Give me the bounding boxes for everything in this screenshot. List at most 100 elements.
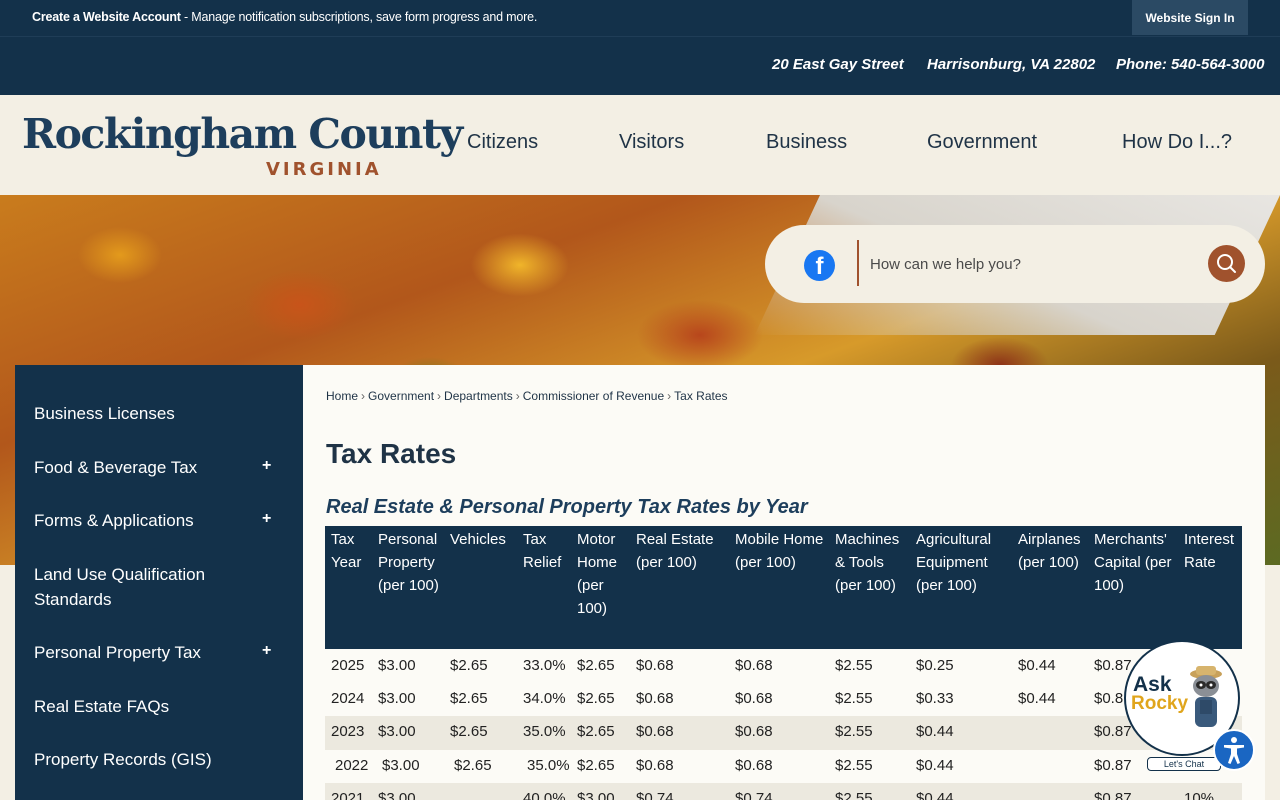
cell-vehicles: $2.65 [450,723,488,740]
th-airplanes: Airplanes (per 100) [1018,531,1081,571]
cell-vehicles: $2.65 [450,657,488,674]
create-account-text: - Manage notification subscriptions, sav… [180,10,538,24]
cell-merchants-capital: $0.87 [1094,790,1132,800]
th-motor-home: Motor Home (per 100) [577,531,618,617]
contact-bar: 20 East Gay Street Harrisonburg, VA 2280… [0,36,1280,95]
search-button[interactable] [1208,245,1245,282]
cell-tax-year: 2023 [331,723,365,740]
cell-tax-relief: 40.0% [523,790,566,800]
facebook-icon[interactable]: f [804,250,835,281]
cell-mobile-home: $0.68 [735,723,773,740]
cell-ag-equipment: $0.44 [916,790,954,800]
nav-how-do-i[interactable]: How Do I...? [1122,131,1232,154]
logo-state[interactable]: VIRGINIA [266,159,382,180]
cell-real-estate: $0.74 [636,790,674,800]
cell-mobile-home: $0.74 [735,790,773,800]
cell-tax-year: 2022 [335,757,369,774]
phone-number[interactable]: Phone: 540-564-3000 [1116,56,1264,73]
cell-personal-property: $3.00 [378,790,416,800]
cell-ag-equipment: $0.25 [916,657,954,674]
cell-personal-property: $3.00 [382,757,420,774]
section-title: Real Estate & Personal Property Tax Rate… [326,496,808,518]
cell-motor-home: $2.65 [577,657,615,674]
nav-visitors[interactable]: Visitors [619,131,684,154]
cell-merchants-capital: $0.8 [1094,690,1124,707]
sidebar-item-real-estate-faqs[interactable]: Real Estate FAQs [34,694,169,719]
cell-ag-equipment: $0.44 [916,723,954,740]
sidebar-item-land-use[interactable]: Land Use Qualification Standards [34,562,254,612]
chat-name-label: Rocky [1131,693,1189,714]
cell-mobile-home: $0.68 [735,690,773,707]
cell-personal-property: $3.00 [378,723,416,740]
sidebar-item-forms-applications[interactable]: Forms & Applications [34,508,194,533]
cell-machines-tools: $2.55 [835,790,873,800]
address-city: Harrisonburg, VA 22802 [927,56,1096,73]
cell-motor-home: $2.65 [577,757,615,774]
cell-real-estate: $0.68 [636,723,674,740]
cell-airplanes: $0.44 [1018,657,1056,674]
cell-tax-relief: 35.0% [523,723,566,740]
nav-government[interactable]: Government [927,131,1037,154]
sidebar-item-food-beverage-tax[interactable]: Food & Beverage Tax [34,455,197,480]
breadcrumb-commissioner[interactable]: Commissioner of Revenue [523,389,664,403]
th-agricultural-equipment: Agricultural Equipment (per 100) [916,531,992,594]
website-sign-in-button[interactable]: Website Sign In [1132,0,1248,35]
breadcrumb-departments[interactable]: Departments [444,389,513,403]
expand-icon[interactable]: + [262,457,271,475]
th-tax-year: Tax Year [331,531,362,571]
expand-icon[interactable]: + [262,642,271,660]
cell-motor-home: $3.00 [577,790,615,800]
th-tax-relief: Tax Relief [523,531,562,571]
cell-tax-year: 2025 [331,657,365,674]
sidebar-item-personal-property-tax[interactable]: Personal Property Tax [34,640,201,665]
cell-motor-home: $2.65 [577,690,615,707]
cell-tax-year: 2021 [331,790,365,800]
th-interest-rate: Interest Rate [1184,531,1235,571]
breadcrumb: Home › Government › Departments › Commissioner… [326,389,728,403]
cell-machines-tools: $2.55 [835,757,873,774]
cell-tax-relief: 33.0% [523,657,566,674]
breadcrumb-home[interactable]: Home [326,389,358,403]
th-machines-tools: Machines & Tools (per 100) [835,531,900,594]
cell-merchants-capital: $0.87 [1094,723,1132,740]
breadcrumb-current: Tax Rates [674,389,728,403]
cell-airplanes: $0.44 [1018,690,1056,707]
cell-vehicles: $2.65 [450,690,488,707]
cell-mobile-home: $0.68 [735,757,773,774]
nav-citizens[interactable]: Citizens [467,131,538,154]
th-merchants-capital: Merchants' Capital (per 100) [1094,531,1172,594]
accessibility-button[interactable] [1213,729,1255,771]
cell-ag-equipment: $0.33 [916,690,954,707]
th-personal-property: Personal Property (per 100) [378,531,439,594]
sidebar-item-property-records[interactable]: Property Records (GIS) [34,747,212,772]
expand-icon[interactable]: + [262,510,271,528]
accessibility-icon [1224,737,1244,764]
page-title: Tax Rates [326,438,457,469]
cell-personal-property: $3.00 [378,690,416,707]
logo-county-name[interactable]: Rockingham County [22,110,463,158]
cell-machines-tools: $2.55 [835,690,873,707]
search-divider [857,240,859,286]
cell-machines-tools: $2.55 [835,657,873,674]
search-input[interactable] [870,250,1190,278]
th-real-estate: Real Estate (per 100) [636,531,714,571]
cell-tax-year: 2024 [331,690,365,707]
cell-mobile-home: $0.68 [735,657,773,674]
cell-tax-relief: 35.0% [527,757,570,774]
sidebar-item-business-licenses[interactable]: Business Licenses [34,401,175,426]
cell-merchants-capital: $0.87 [1094,657,1132,674]
address-street: 20 East Gay Street [772,56,904,73]
cell-ag-equipment: $0.44 [916,757,954,774]
lets-chat-button[interactable]: Let's Chat [1147,757,1221,771]
cell-tax-relief: 34.0% [523,690,566,707]
search-icon [1217,254,1236,273]
cell-merchants-capital: $0.87 [1094,757,1132,774]
nav-business[interactable]: Business [766,131,847,154]
th-mobile-home: Mobile Home (per 100) [735,531,824,571]
create-account-link[interactable]: Create a Website Account - Manage notifi… [32,10,537,24]
cell-machines-tools: $2.55 [835,723,873,740]
breadcrumb-government[interactable]: Government [368,389,434,403]
cell-motor-home: $2.65 [577,723,615,740]
cell-real-estate: $0.68 [636,757,674,774]
site-header: Rockingham County VIRGINIA Citizens Visi… [0,95,1280,195]
